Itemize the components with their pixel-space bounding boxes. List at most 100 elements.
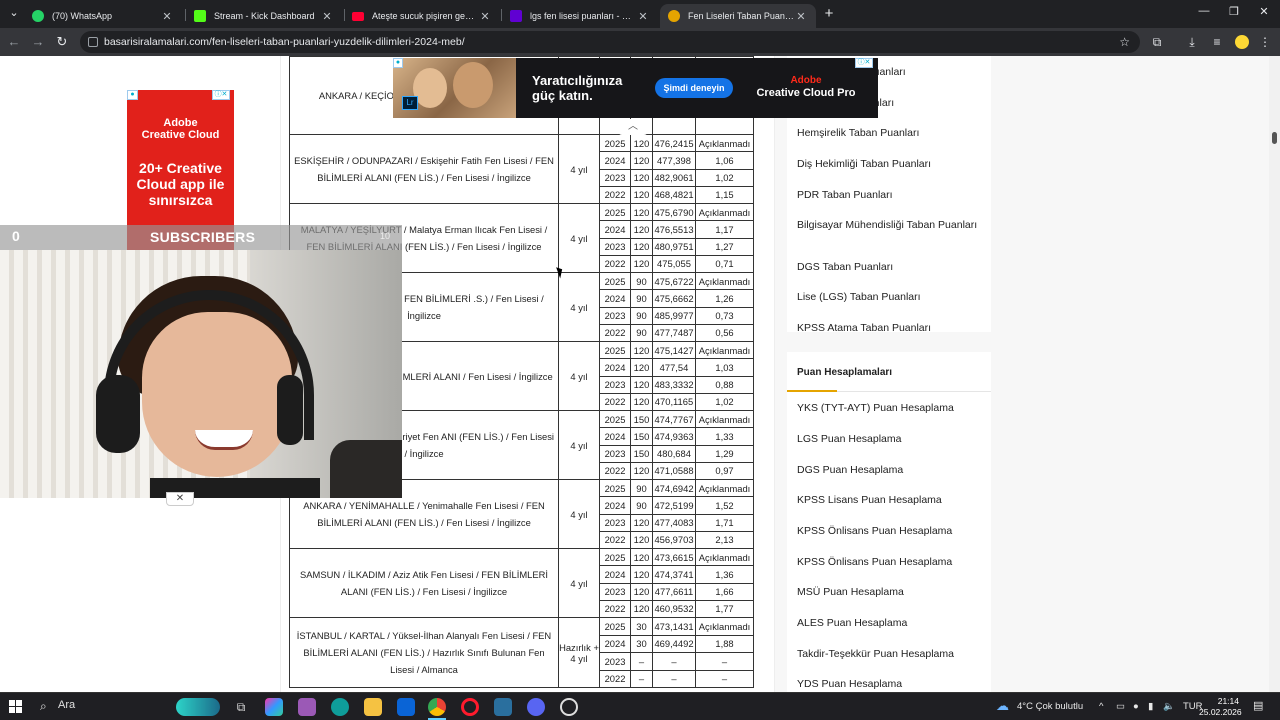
app-icon[interactable]	[494, 698, 512, 716]
tab-whatsapp[interactable]: (70) WhatsApp ✕	[24, 4, 182, 28]
discord-icon[interactable]	[527, 698, 545, 716]
volume-icon[interactable]: 🔈	[1163, 701, 1175, 712]
calculator-link[interactable]: LGS Puan Hesaplama	[797, 434, 982, 445]
calculator-link[interactable]: YKS (TYT-AYT) Puan Hesaplama	[797, 403, 982, 414]
calculator-link[interactable]: MSÜ Puan Hesaplama	[797, 587, 982, 598]
adobe-banner-ad[interactable]: Lr Yaratıcılığınıza güç katın. Şimdi den…	[393, 58, 878, 118]
calculator-link[interactable]: KPSS Önlisans Puan Hesaplama	[797, 557, 982, 568]
scrollbar-thumb[interactable]	[1272, 132, 1277, 144]
close-icon[interactable]: ✕	[794, 10, 808, 23]
close-icon[interactable]: ✕	[160, 10, 174, 23]
page-scrollbar[interactable]	[1269, 56, 1280, 692]
tab-fen-liseleri[interactable]: Fen Liseleri Taban Puanları Yüzd ✕	[660, 4, 816, 28]
quota-cell: 120	[630, 220, 653, 239]
downloads-icon[interactable]: ⤓	[1185, 35, 1199, 49]
app-icon[interactable]	[298, 698, 316, 716]
ad-info-icon[interactable]: ●	[127, 90, 138, 100]
site-info-icon[interactable]	[88, 37, 98, 47]
percentile-cell: –	[695, 669, 754, 688]
percentile-cell: Açıklanmadı	[695, 202, 754, 222]
tab-youtube[interactable]: Ateşte sucuk pişiren gençlerin y ✕	[344, 4, 500, 28]
calculator-link[interactable]: KPSS Lisans Puan Hesaplama	[797, 495, 982, 506]
minimize-icon[interactable]: —	[1196, 5, 1212, 17]
microphone-icon[interactable]: ●	[1133, 701, 1139, 712]
search-icon[interactable]: ⌕	[40, 699, 47, 714]
windows-start-icon[interactable]	[9, 700, 22, 713]
calculator-link[interactable]: ALES Puan Hesaplama	[797, 618, 982, 629]
kebab-menu-icon[interactable]: ⋮	[1258, 35, 1272, 49]
sidebar-link[interactable]: Diş Hekimliği Taban Puanları	[797, 159, 982, 170]
tab-yahoo-search[interactable]: lgs fen lisesi puanları - Yahoo T ✕	[502, 4, 658, 28]
year-cell: 2025	[599, 133, 631, 153]
widget-app-icon[interactable]	[176, 698, 220, 716]
score-cell: 460,9532	[652, 599, 696, 619]
notifications-icon[interactable]: ▤	[1253, 699, 1263, 712]
clock[interactable]: 21:14 25.02.2026	[1199, 696, 1242, 718]
quota-cell: 30	[630, 617, 653, 636]
address-bar[interactable]: basarisiralamalari.com/fen-liseleri-taba…	[80, 31, 1140, 53]
media-control-icon[interactable]: ≡	[1210, 35, 1224, 49]
mail-icon[interactable]	[397, 698, 415, 716]
adchoices-icon[interactable]: ⓘ✕	[212, 90, 230, 100]
copilot-icon[interactable]	[265, 698, 283, 716]
score-cell: 480,9751	[652, 237, 696, 256]
bookmark-star-icon[interactable]: ☆	[1119, 31, 1130, 53]
sidebar-link[interactable]: Lise (LGS) Taban Puanları	[797, 292, 982, 303]
battery-icon[interactable]: ▮	[1148, 701, 1153, 712]
tab-search-icon[interactable]: ⌄	[6, 6, 22, 19]
opera-icon[interactable]	[461, 698, 479, 716]
ad-cta-button[interactable]: Şimdi deneyin	[655, 78, 733, 98]
reload-icon[interactable]: ↻	[54, 34, 70, 50]
close-icon[interactable]: ✕	[320, 10, 334, 23]
task-view-icon[interactable]: ⧉	[232, 698, 250, 716]
tab-kick-dashboard[interactable]: Stream - Kick Dashboard ✕	[186, 4, 342, 28]
network-icon[interactable]: ▭	[1116, 701, 1125, 712]
quota-cell: –	[630, 652, 653, 671]
calculator-link[interactable]: KPSS Önlisans Puan Hesaplama	[797, 526, 982, 537]
quota-cell: 120	[630, 582, 653, 601]
goal-title: SUBSCRIBERS	[150, 229, 256, 245]
adchoices-icon[interactable]: ⓘ✕	[855, 58, 873, 68]
sidebar-link[interactable]: an Puanları	[852, 67, 1037, 78]
new-tab-plus-icon[interactable]: +	[820, 5, 838, 23]
year-cell: 2023	[599, 168, 631, 187]
edge-icon[interactable]	[331, 698, 349, 716]
forward-arrow-icon[interactable]: →	[30, 34, 46, 49]
percentile-cell: 1,03	[695, 358, 754, 377]
close-icon[interactable]: ✕	[636, 10, 650, 23]
table-row: İSTANBUL / KARTAL / Yüksel-İlhan Alanyal…	[289, 617, 754, 688]
ad-info-icon[interactable]: ●	[393, 58, 403, 68]
back-arrow-icon[interactable]: ←	[6, 34, 22, 49]
obs-icon[interactable]	[560, 698, 578, 716]
close-icon[interactable]: ✕	[478, 10, 492, 23]
quota-cell: 120	[630, 358, 653, 377]
restore-icon[interactable]: ❐	[1226, 5, 1242, 18]
taskbar-search[interactable]: Ara	[58, 699, 75, 711]
close-ad-chevron-icon[interactable]: ✕	[166, 492, 194, 506]
chevron-up-icon[interactable]: ^	[1099, 701, 1103, 712]
sidebar-link[interactable]: PDR Taban Puanları	[797, 190, 982, 201]
sidebar-link[interactable]: DGS Taban Puanları	[797, 262, 982, 273]
collapse-ad-chevron-up-icon[interactable]: ︿	[618, 119, 648, 135]
tab-label: (70) WhatsApp	[52, 11, 113, 21]
calculator-link[interactable]: DGS Puan Hesaplama	[797, 465, 982, 476]
weather-text[interactable]: 4°C Çok bulutlu	[1017, 701, 1083, 712]
sidebar-link[interactable]: Bilgisayar Mühendisliği Taban Puanları	[797, 220, 982, 231]
score-cell: –	[652, 652, 696, 671]
weather-icon[interactable]: ☁	[996, 698, 1009, 714]
window-close-icon[interactable]: ✕	[1256, 5, 1272, 18]
calculator-link[interactable]: YDS Puan Hesaplama	[797, 679, 982, 690]
score-cell: 483,3332	[652, 375, 696, 394]
calculator-link[interactable]: Takdir-Teşekkür Puan Hesaplama	[797, 649, 982, 660]
sidebar-link[interactable]: uanları	[862, 98, 1047, 109]
sidebar-link[interactable]: Hemşirelik Taban Puanları	[797, 128, 982, 139]
quota-cell: 150	[630, 409, 653, 429]
chrome-icon[interactable]	[428, 698, 446, 716]
year-cell: 2022	[599, 530, 631, 550]
year-cell: 2024	[599, 565, 631, 584]
quota-cell: 150	[630, 444, 653, 463]
profile-avatar[interactable]	[1235, 35, 1249, 49]
file-explorer-icon[interactable]	[364, 698, 382, 716]
extensions-puzzle-icon[interactable]: ⧉	[1150, 35, 1164, 49]
sidebar-link[interactable]: KPSS Atama Taban Puanları	[797, 323, 982, 334]
